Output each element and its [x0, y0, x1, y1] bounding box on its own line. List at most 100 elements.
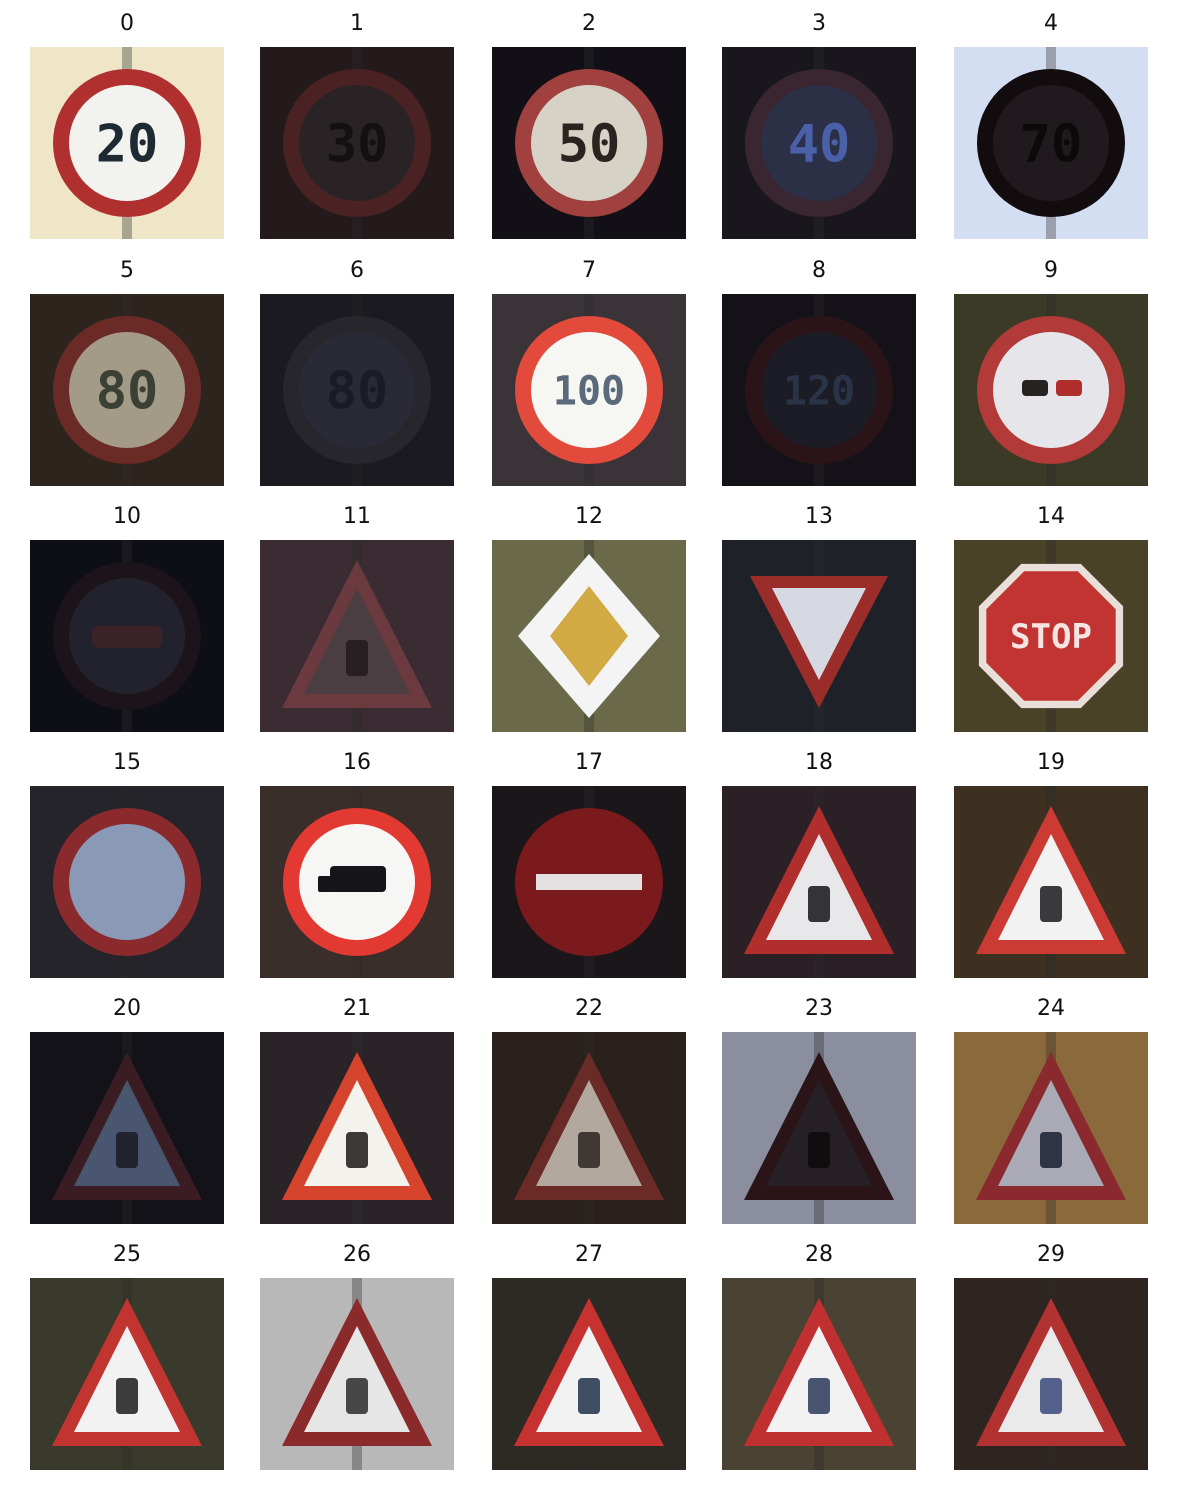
- sign-image: [722, 540, 916, 732]
- image-class-label: 16: [343, 750, 371, 775]
- sign-image: 30: [260, 47, 454, 239]
- image-class-label: 13: [805, 504, 833, 529]
- sign-thumbnail: [30, 1032, 224, 1224]
- image-class-label: 3: [812, 11, 826, 36]
- image-class-label: 14: [1037, 504, 1065, 529]
- image-class-label: 20: [113, 996, 141, 1021]
- sign-thumbnail: [260, 1278, 454, 1470]
- sign-thumbnail: 120: [722, 294, 916, 486]
- image-class-label: 6: [350, 258, 364, 283]
- sign-image: [492, 786, 686, 978]
- sign-thumbnail: [260, 786, 454, 978]
- sign-image: 40: [722, 47, 916, 239]
- image-class-label: 8: [812, 258, 826, 283]
- image-class-label: 24: [1037, 996, 1065, 1021]
- image-class-label: 23: [805, 996, 833, 1021]
- traffic-sign-circle: [283, 808, 431, 956]
- sign-image: [260, 786, 454, 978]
- sign-image: [954, 1278, 1148, 1470]
- sign-image: [722, 1278, 916, 1470]
- sign-text: 30: [326, 115, 389, 175]
- sign-image: 80: [260, 294, 454, 486]
- image-class-label: 26: [343, 1242, 371, 1267]
- sign-text: 80: [96, 362, 159, 422]
- sign-text: 40: [788, 115, 851, 175]
- sign-image: [954, 786, 1148, 978]
- traffic-sign-circle: [53, 562, 201, 710]
- sign-image: [954, 1032, 1148, 1224]
- image-class-label: 25: [113, 1242, 141, 1267]
- sign-thumbnail: [954, 786, 1148, 978]
- image-class-label: 15: [113, 750, 141, 775]
- sign-thumbnail: [492, 786, 686, 978]
- sign-thumbnail: 100: [492, 294, 686, 486]
- sign-image: [492, 1032, 686, 1224]
- sign-image: [722, 786, 916, 978]
- sign-thumbnail: 80: [260, 294, 454, 486]
- image-class-label: 21: [343, 996, 371, 1021]
- sign-thumbnail: [722, 540, 916, 732]
- sign-image: [30, 1032, 224, 1224]
- sign-image: [30, 540, 224, 732]
- image-class-label: 4: [1044, 11, 1058, 36]
- sign-image: [260, 1278, 454, 1470]
- sign-image: [30, 786, 224, 978]
- image-class-label: 1: [350, 11, 364, 36]
- sign-image: [30, 1278, 224, 1470]
- image-class-label: 10: [113, 504, 141, 529]
- sign-thumbnail: 80: [30, 294, 224, 486]
- sign-thumbnail: [722, 786, 916, 978]
- sign-thumbnail: 30: [260, 47, 454, 239]
- image-class-label: 29: [1037, 1242, 1065, 1267]
- traffic-sign-circle: [53, 808, 201, 956]
- traffic-sign-circle: [515, 808, 663, 956]
- sign-thumbnail: 50: [492, 47, 686, 239]
- sign-thumbnail: [30, 1278, 224, 1470]
- image-class-label: 22: [575, 996, 603, 1021]
- sign-thumbnail: [492, 540, 686, 732]
- sign-image: 80: [30, 294, 224, 486]
- sign-image: [954, 294, 1148, 486]
- sign-thumbnail: 40: [722, 47, 916, 239]
- image-class-label: 9: [1044, 258, 1058, 283]
- sign-thumbnail: STOP: [954, 540, 1148, 732]
- sign-image: 100: [492, 294, 686, 486]
- image-class-label: 7: [582, 258, 596, 283]
- sign-thumbnail: [30, 786, 224, 978]
- sign-thumbnail: [722, 1032, 916, 1224]
- sign-text: 100: [553, 368, 625, 414]
- sign-image: [260, 540, 454, 732]
- sign-thumbnail: [492, 1032, 686, 1224]
- image-class-label: 5: [120, 258, 134, 283]
- image-class-label: 0: [120, 11, 134, 36]
- sign-thumbnail: [722, 1278, 916, 1470]
- sign-text: STOP: [1010, 617, 1092, 657]
- sign-thumbnail: [954, 294, 1148, 486]
- image-class-label: 11: [343, 504, 371, 529]
- sign-thumbnail: [492, 1278, 686, 1470]
- sign-image: [722, 1032, 916, 1224]
- sign-image: [492, 1278, 686, 1470]
- sign-text: 50: [558, 115, 621, 175]
- image-class-label: 17: [575, 750, 603, 775]
- sign-text: 120: [783, 368, 855, 414]
- sign-thumbnail: [954, 1032, 1148, 1224]
- sign-image: [492, 540, 686, 732]
- sign-image: [260, 1032, 454, 1224]
- sign-image: 120: [722, 294, 916, 486]
- image-class-label: 12: [575, 504, 603, 529]
- traffic-sign-circle: [977, 316, 1125, 464]
- sign-image: STOP: [954, 540, 1148, 732]
- sign-thumbnail: [260, 1032, 454, 1224]
- image-class-label: 2: [582, 11, 596, 36]
- image-class-label: 28: [805, 1242, 833, 1267]
- sign-image: 70: [954, 47, 1148, 239]
- sign-thumbnail: 70: [954, 47, 1148, 239]
- sign-text: 70: [1020, 115, 1083, 175]
- image-class-label: 19: [1037, 750, 1065, 775]
- sign-image: 50: [492, 47, 686, 239]
- image-class-label: 27: [575, 1242, 603, 1267]
- sign-thumbnail: [954, 1278, 1148, 1470]
- sign-text: 80: [326, 362, 389, 422]
- sign-text: 20: [96, 115, 159, 175]
